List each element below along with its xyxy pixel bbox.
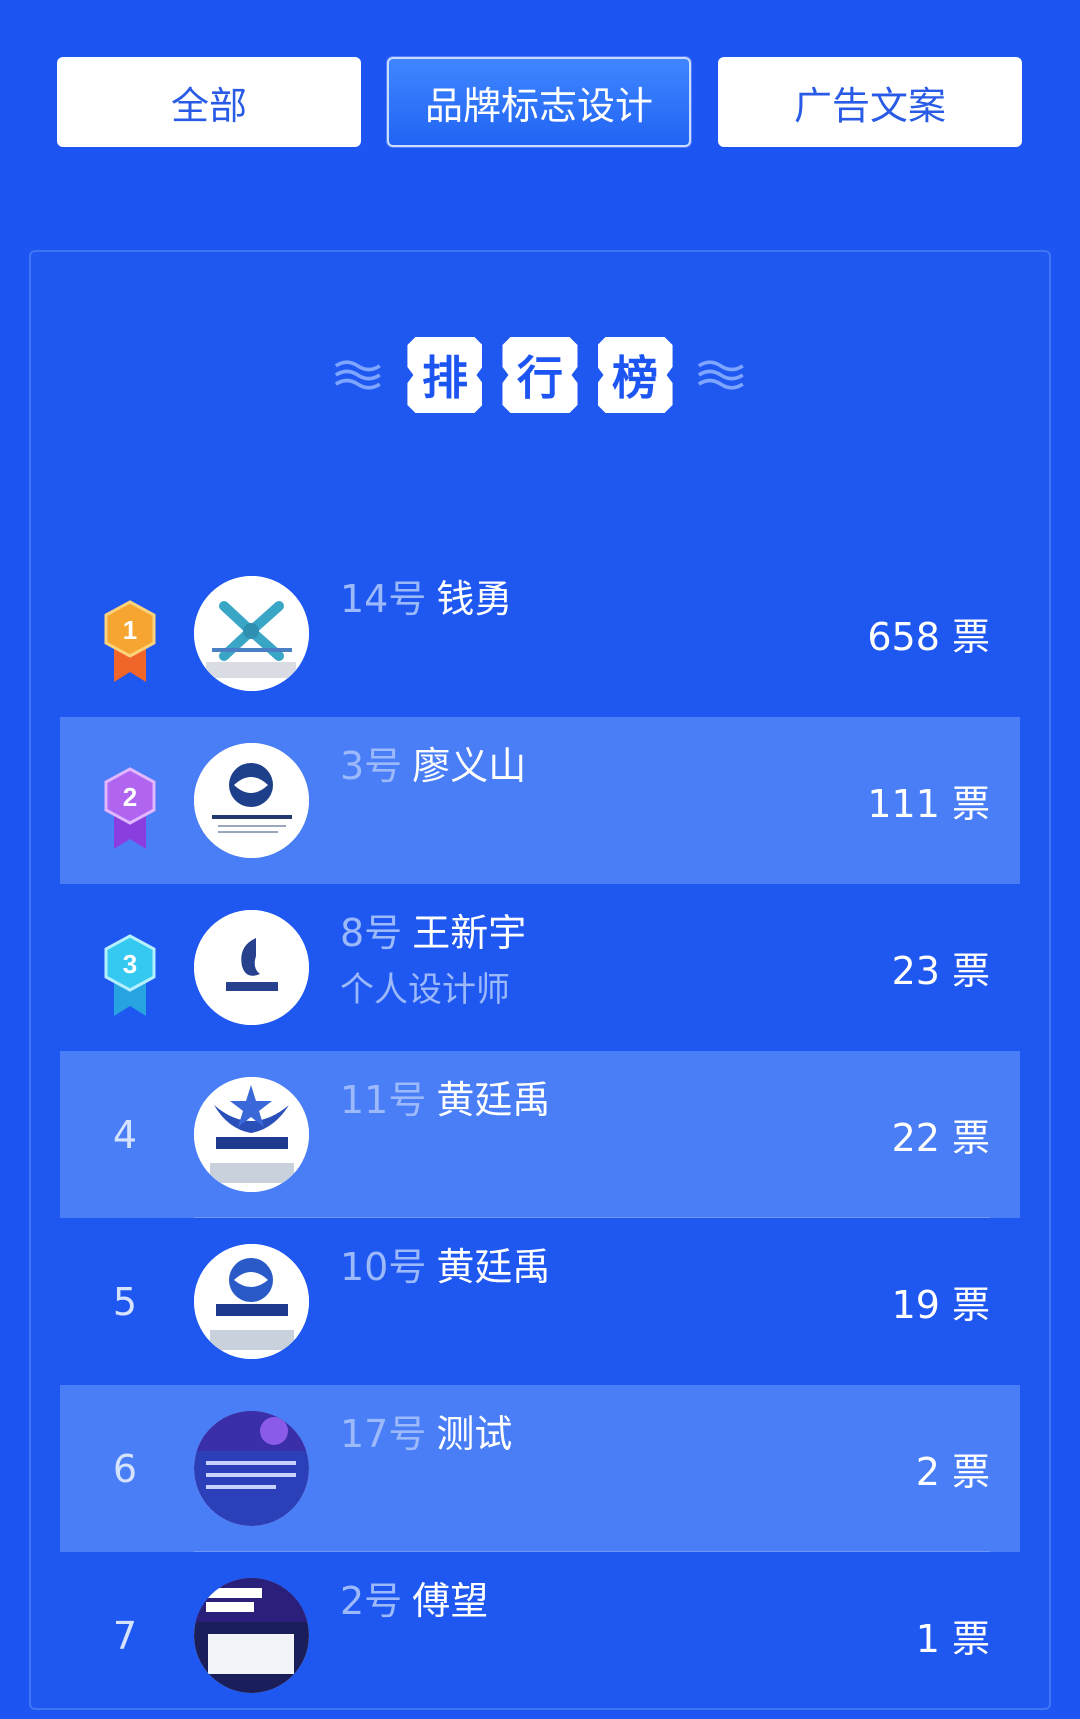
tab-all[interactable]: 全部 [57, 57, 361, 147]
ranking-row[interactable]: 5 10号 黄廷禹 19 票 [60, 1218, 1020, 1385]
silver-medal-icon: 2 [104, 767, 156, 849]
tab-ad-copy[interactable]: 广告文案 [718, 57, 1022, 147]
entry-name: 王新宇 [412, 911, 527, 955]
ranking-list: 1 14号 钱勇 658 票 2 3号 廖义山 111 票 3 8号 王新宇 个… [60, 550, 1020, 1719]
title-char: 榜 [598, 337, 673, 413]
svg-text:3: 3 [123, 949, 137, 979]
ranking-row[interactable]: 1 14号 钱勇 658 票 [60, 550, 1020, 717]
avatar [194, 1244, 309, 1359]
entry-name: 廖义山 [412, 744, 527, 788]
rank-number: 5 [112, 1279, 138, 1324]
ranking-row[interactable]: 3 8号 王新宇 个人设计师 23 票 [60, 884, 1020, 1051]
title-char: 行 [502, 337, 577, 413]
rank-number: 4 [112, 1112, 138, 1157]
ranking-row[interactable]: 4 11号 黄廷禹 22 票 [60, 1051, 1020, 1218]
rank-number: 7 [112, 1613, 138, 1658]
entry-number: 10号 黄廷禹 [340, 1245, 551, 1289]
ranking-row[interactable]: 2 3号 廖义山 111 票 [60, 717, 1020, 884]
entry-number: 14号 钱勇 [340, 577, 513, 621]
wave-left-icon [334, 360, 381, 390]
entry-name: 钱勇 [436, 577, 513, 621]
avatar [194, 743, 309, 858]
vote-count: 19 票 [891, 1283, 990, 1327]
gold-medal-icon: 1 [104, 600, 156, 682]
vote-count: 111 票 [867, 782, 990, 826]
rank-number: 6 [112, 1446, 138, 1491]
entry-name: 黄廷禹 [436, 1245, 551, 1289]
avatar [194, 576, 309, 691]
vote-count: 658 票 [867, 615, 990, 659]
ranking-row[interactable]: 6 17号 测试 2 票 [60, 1385, 1020, 1552]
tab-brand-logo-design[interactable]: 品牌标志设计 [387, 57, 691, 147]
entry-name: 黄廷禹 [436, 1078, 551, 1122]
avatar [194, 1077, 309, 1192]
ranking-title: 排 行 榜 [320, 335, 760, 415]
avatar [194, 1578, 309, 1693]
entry-number: 3号 廖义山 [340, 744, 527, 788]
entry-subtitle: 个人设计师 [340, 970, 510, 1010]
title-char: 排 [407, 337, 482, 413]
svg-text:1: 1 [123, 615, 137, 645]
ranking-row[interactable]: 7 2号 傅望 1 票 [60, 1552, 1020, 1719]
category-tabs: 全部 品牌标志设计 广告文案 [57, 57, 1023, 149]
bronze-medal-icon: 3 [104, 934, 156, 1016]
wave-right-icon [697, 360, 744, 390]
svg-text:2: 2 [123, 782, 137, 812]
vote-count: 22 票 [891, 1116, 990, 1160]
entry-number: 11号 黄廷禹 [340, 1078, 551, 1122]
avatar [194, 910, 309, 1025]
entry-number: 17号 测试 [340, 1412, 513, 1456]
entry-name: 傅望 [412, 1579, 489, 1623]
entry-number: 2号 傅望 [340, 1579, 489, 1623]
vote-count: 1 票 [915, 1617, 990, 1661]
entry-name: 测试 [436, 1412, 513, 1456]
avatar [194, 1411, 309, 1526]
vote-count: 23 票 [891, 949, 990, 993]
vote-count: 2 票 [915, 1450, 990, 1494]
entry-number: 8号 王新宇 [340, 911, 527, 955]
